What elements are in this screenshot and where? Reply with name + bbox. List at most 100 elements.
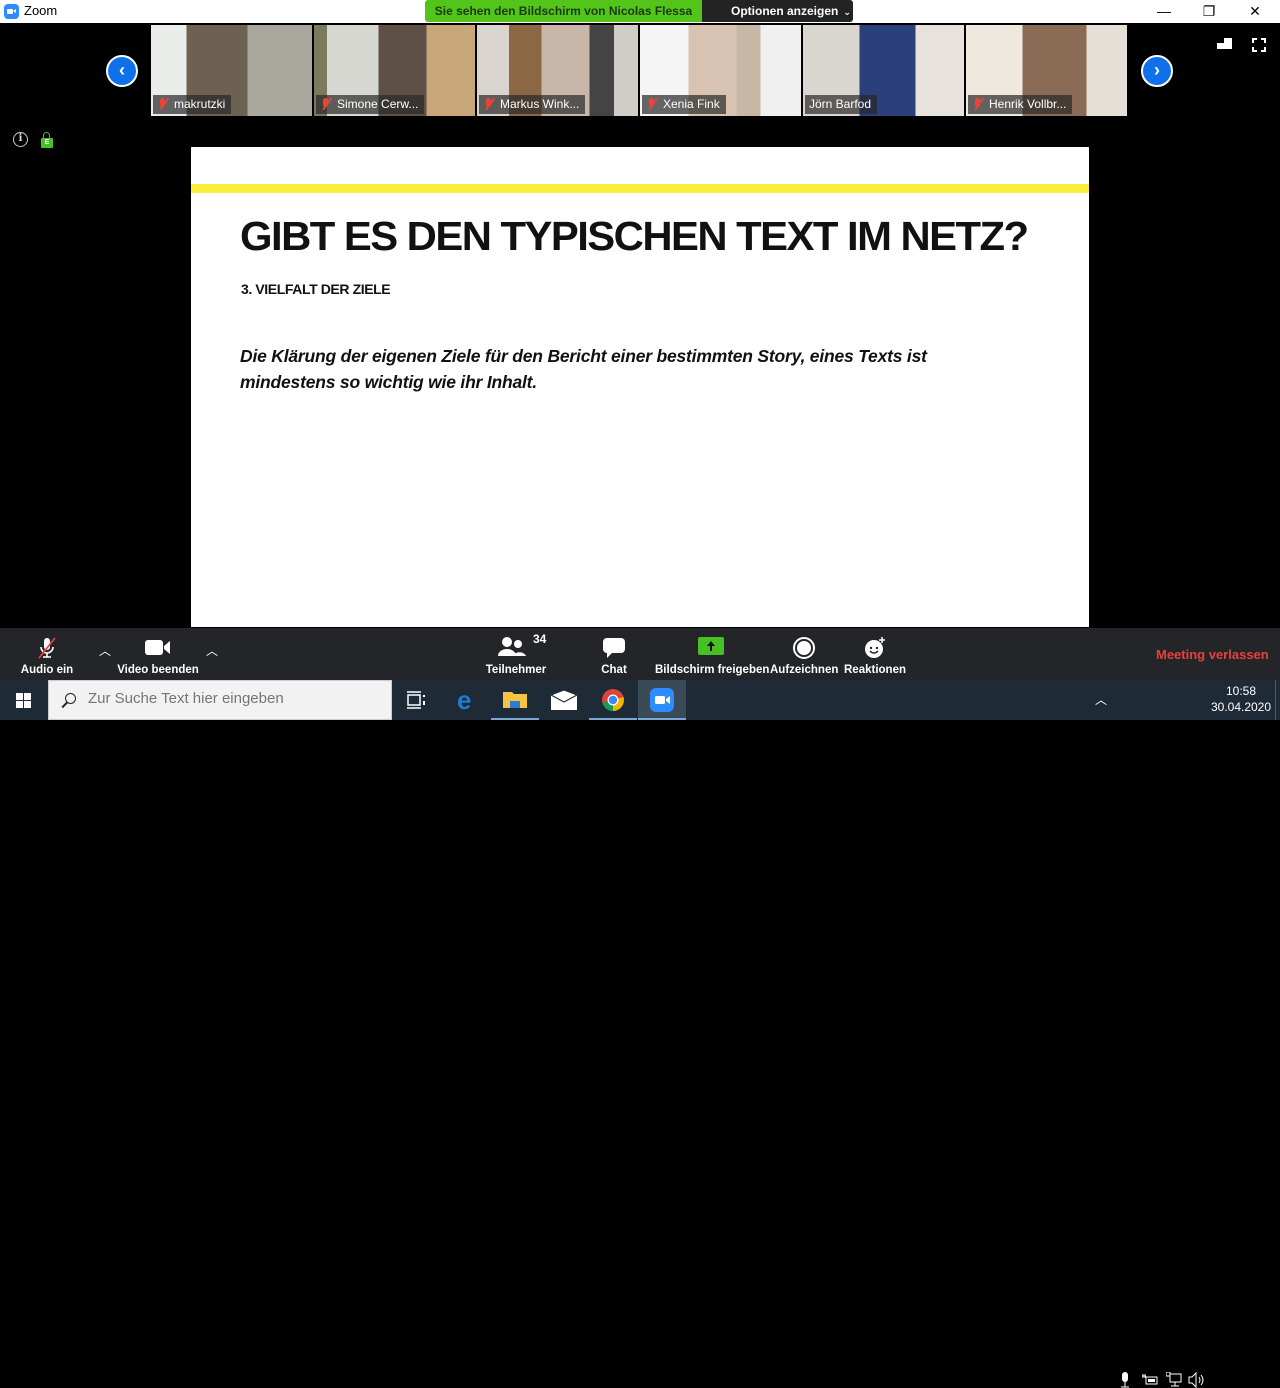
windows-start-icon[interactable] bbox=[16, 693, 32, 708]
participant-name: Xenia Fink bbox=[663, 97, 720, 111]
participant-count: 34 bbox=[533, 632, 547, 646]
window-titlebar: Zoom Sie sehen den Bildschirm von Nicola… bbox=[0, 0, 1280, 23]
chevron-down-icon: ⌄ bbox=[843, 7, 851, 17]
reactions-label: Reaktionen bbox=[844, 664, 906, 676]
video-options-caret-icon[interactable]: ︿ bbox=[202, 642, 222, 659]
participant-name-tag: Simone Cerw... bbox=[316, 95, 425, 114]
close-button[interactable]: ✕ bbox=[1232, 0, 1278, 23]
muted-mic-icon bbox=[320, 98, 332, 110]
chevron-right-icon: › bbox=[1154, 60, 1160, 80]
participant-name-tag: Henrik Vollbr... bbox=[968, 95, 1073, 114]
close-icon: ✕ bbox=[1249, 3, 1261, 19]
windows-taskbar: e ︿ bbox=[0, 680, 1280, 1388]
audio-label: Audio ein bbox=[20, 664, 74, 676]
folder-icon bbox=[503, 692, 527, 708]
slide-accent-bar bbox=[191, 184, 1089, 193]
video-tile[interactable]: makrutzki bbox=[151, 25, 312, 116]
zoom-logo-icon bbox=[4, 4, 19, 19]
view-options-label: Optionen anzeigen bbox=[731, 4, 839, 18]
video-tile[interactable]: Markus Wink... bbox=[477, 25, 638, 116]
taskbar-search-box[interactable] bbox=[48, 680, 392, 720]
share-screen-icon bbox=[698, 637, 724, 655]
audio-button[interactable]: Audio ein bbox=[14, 628, 80, 680]
restore-icon: ❐ bbox=[1202, 3, 1216, 19]
encryption-lock-icon[interactable]: E bbox=[41, 132, 53, 148]
video-tile[interactable]: Xenia Fink bbox=[640, 25, 801, 116]
taskbar-clock[interactable]: 10:58 30.04.2020 bbox=[1210, 683, 1272, 715]
taskbar-app-mail[interactable] bbox=[540, 680, 588, 720]
participants-button[interactable]: 34 Teilnehmer bbox=[482, 628, 550, 680]
taskbar-app-zoom[interactable] bbox=[638, 680, 686, 720]
clock-date: 30.04.2020 bbox=[1210, 700, 1272, 714]
chevron-left-icon: ‹ bbox=[119, 60, 125, 80]
meeting-toolbar: Audio ein ︿ Video beenden ︿ 34 Teilnehme… bbox=[0, 628, 1280, 680]
zoom-app-icon bbox=[650, 688, 674, 712]
screen-share-banner: Sie sehen den Bildschirm von Nicolas Fle… bbox=[425, 0, 702, 22]
reactions-smiley-icon bbox=[865, 637, 885, 658]
muted-microphone-icon bbox=[38, 637, 56, 659]
participant-name-tag: Jörn Barfod bbox=[805, 95, 878, 114]
chat-button[interactable]: Chat bbox=[594, 628, 634, 680]
participant-name: Simone Cerw... bbox=[337, 97, 419, 111]
meeting-info-icon[interactable]: i bbox=[13, 132, 28, 147]
participants-label: Teilnehmer bbox=[485, 664, 547, 676]
show-hidden-icons-button[interactable]: ︿ bbox=[1092, 680, 1110, 720]
task-view-button[interactable] bbox=[392, 680, 440, 720]
previous-page-button[interactable]: ‹ bbox=[106, 55, 138, 87]
restore-button[interactable]: ❐ bbox=[1186, 0, 1232, 23]
video-tile[interactable]: Jörn Barfod bbox=[803, 25, 964, 116]
leave-meeting-button[interactable]: Meeting verlassen bbox=[1156, 647, 1269, 662]
share-screen-label: Bildschirm freigeben bbox=[655, 664, 770, 676]
record-button[interactable]: Aufzeichnen bbox=[770, 628, 838, 680]
audio-options-caret-icon[interactable]: ︿ bbox=[95, 642, 115, 659]
network-icon[interactable] bbox=[1166, 1372, 1182, 1388]
participant-name: makrutzki bbox=[174, 97, 226, 111]
app-title: Zoom bbox=[24, 3, 58, 18]
battery-icon[interactable] bbox=[1142, 1374, 1158, 1386]
fullscreen-icon[interactable] bbox=[1252, 38, 1266, 52]
taskbar-app-edge[interactable]: e bbox=[443, 680, 491, 720]
task-view-icon bbox=[407, 691, 425, 709]
view-options-button[interactable]: Optionen anzeigen ⌄ bbox=[702, 0, 853, 22]
taskbar-app-chrome[interactable] bbox=[589, 680, 637, 720]
slide-subtitle: 3. VIELFALT DER ZIELE bbox=[241, 281, 391, 297]
taskbar-app-file-explorer[interactable] bbox=[491, 680, 539, 720]
muted-mic-icon bbox=[972, 98, 984, 110]
minimize-button[interactable]: — bbox=[1141, 0, 1187, 23]
microphone-tray-icon[interactable] bbox=[1120, 1372, 1130, 1388]
search-icon bbox=[65, 693, 76, 704]
video-tile[interactable]: Henrik Vollbr... bbox=[966, 25, 1127, 116]
muted-mic-icon bbox=[646, 98, 658, 110]
participant-name: Jörn Barfod bbox=[809, 97, 872, 111]
record-label: Aufzeichnen bbox=[770, 664, 839, 676]
video-button[interactable]: Video beenden bbox=[113, 628, 203, 680]
participants-icon bbox=[498, 637, 526, 656]
edge-icon: e bbox=[457, 685, 472, 715]
minimize-icon: — bbox=[1157, 3, 1171, 19]
participant-name-tag: Xenia Fink bbox=[642, 95, 726, 114]
chat-bubble-icon bbox=[603, 638, 625, 658]
clock-time: 10:58 bbox=[1225, 684, 1257, 698]
volume-icon[interactable] bbox=[1188, 1372, 1206, 1388]
next-page-button[interactable]: › bbox=[1141, 55, 1173, 87]
video-label: Video beenden bbox=[117, 664, 199, 676]
share-screen-button[interactable]: Bildschirm freigeben bbox=[655, 628, 770, 680]
taskbar-search-input[interactable] bbox=[88, 690, 378, 707]
video-camera-icon bbox=[145, 640, 170, 655]
reactions-button[interactable]: Reaktionen bbox=[843, 628, 907, 680]
video-gallery: makrutzki Simone Cerw... Markus Wink... … bbox=[151, 25, 1128, 116]
chrome-icon bbox=[602, 689, 624, 711]
participant-name-tag: makrutzki bbox=[153, 95, 232, 114]
record-icon bbox=[793, 637, 815, 659]
participant-name: Henrik Vollbr... bbox=[989, 97, 1067, 111]
show-desktop-button[interactable] bbox=[1275, 680, 1280, 720]
slide-title: GIBT ES DEN TYPISCHEN TEXT IM NETZ? bbox=[240, 213, 1029, 259]
chat-label: Chat bbox=[601, 664, 627, 676]
mail-icon bbox=[551, 690, 577, 710]
video-tile[interactable]: Simone Cerw... bbox=[314, 25, 475, 116]
slide-body-text: Die Klärung der eigenen Ziele für den Be… bbox=[240, 346, 927, 392]
shared-screen-slide: GIBT ES DEN TYPISCHEN TEXT IM NETZ? 3. V… bbox=[191, 147, 1089, 627]
participant-name: Markus Wink... bbox=[500, 97, 580, 111]
view-mode-toggle-icon[interactable] bbox=[1217, 38, 1232, 49]
chevron-up-icon: ︿ bbox=[1094, 693, 1107, 707]
